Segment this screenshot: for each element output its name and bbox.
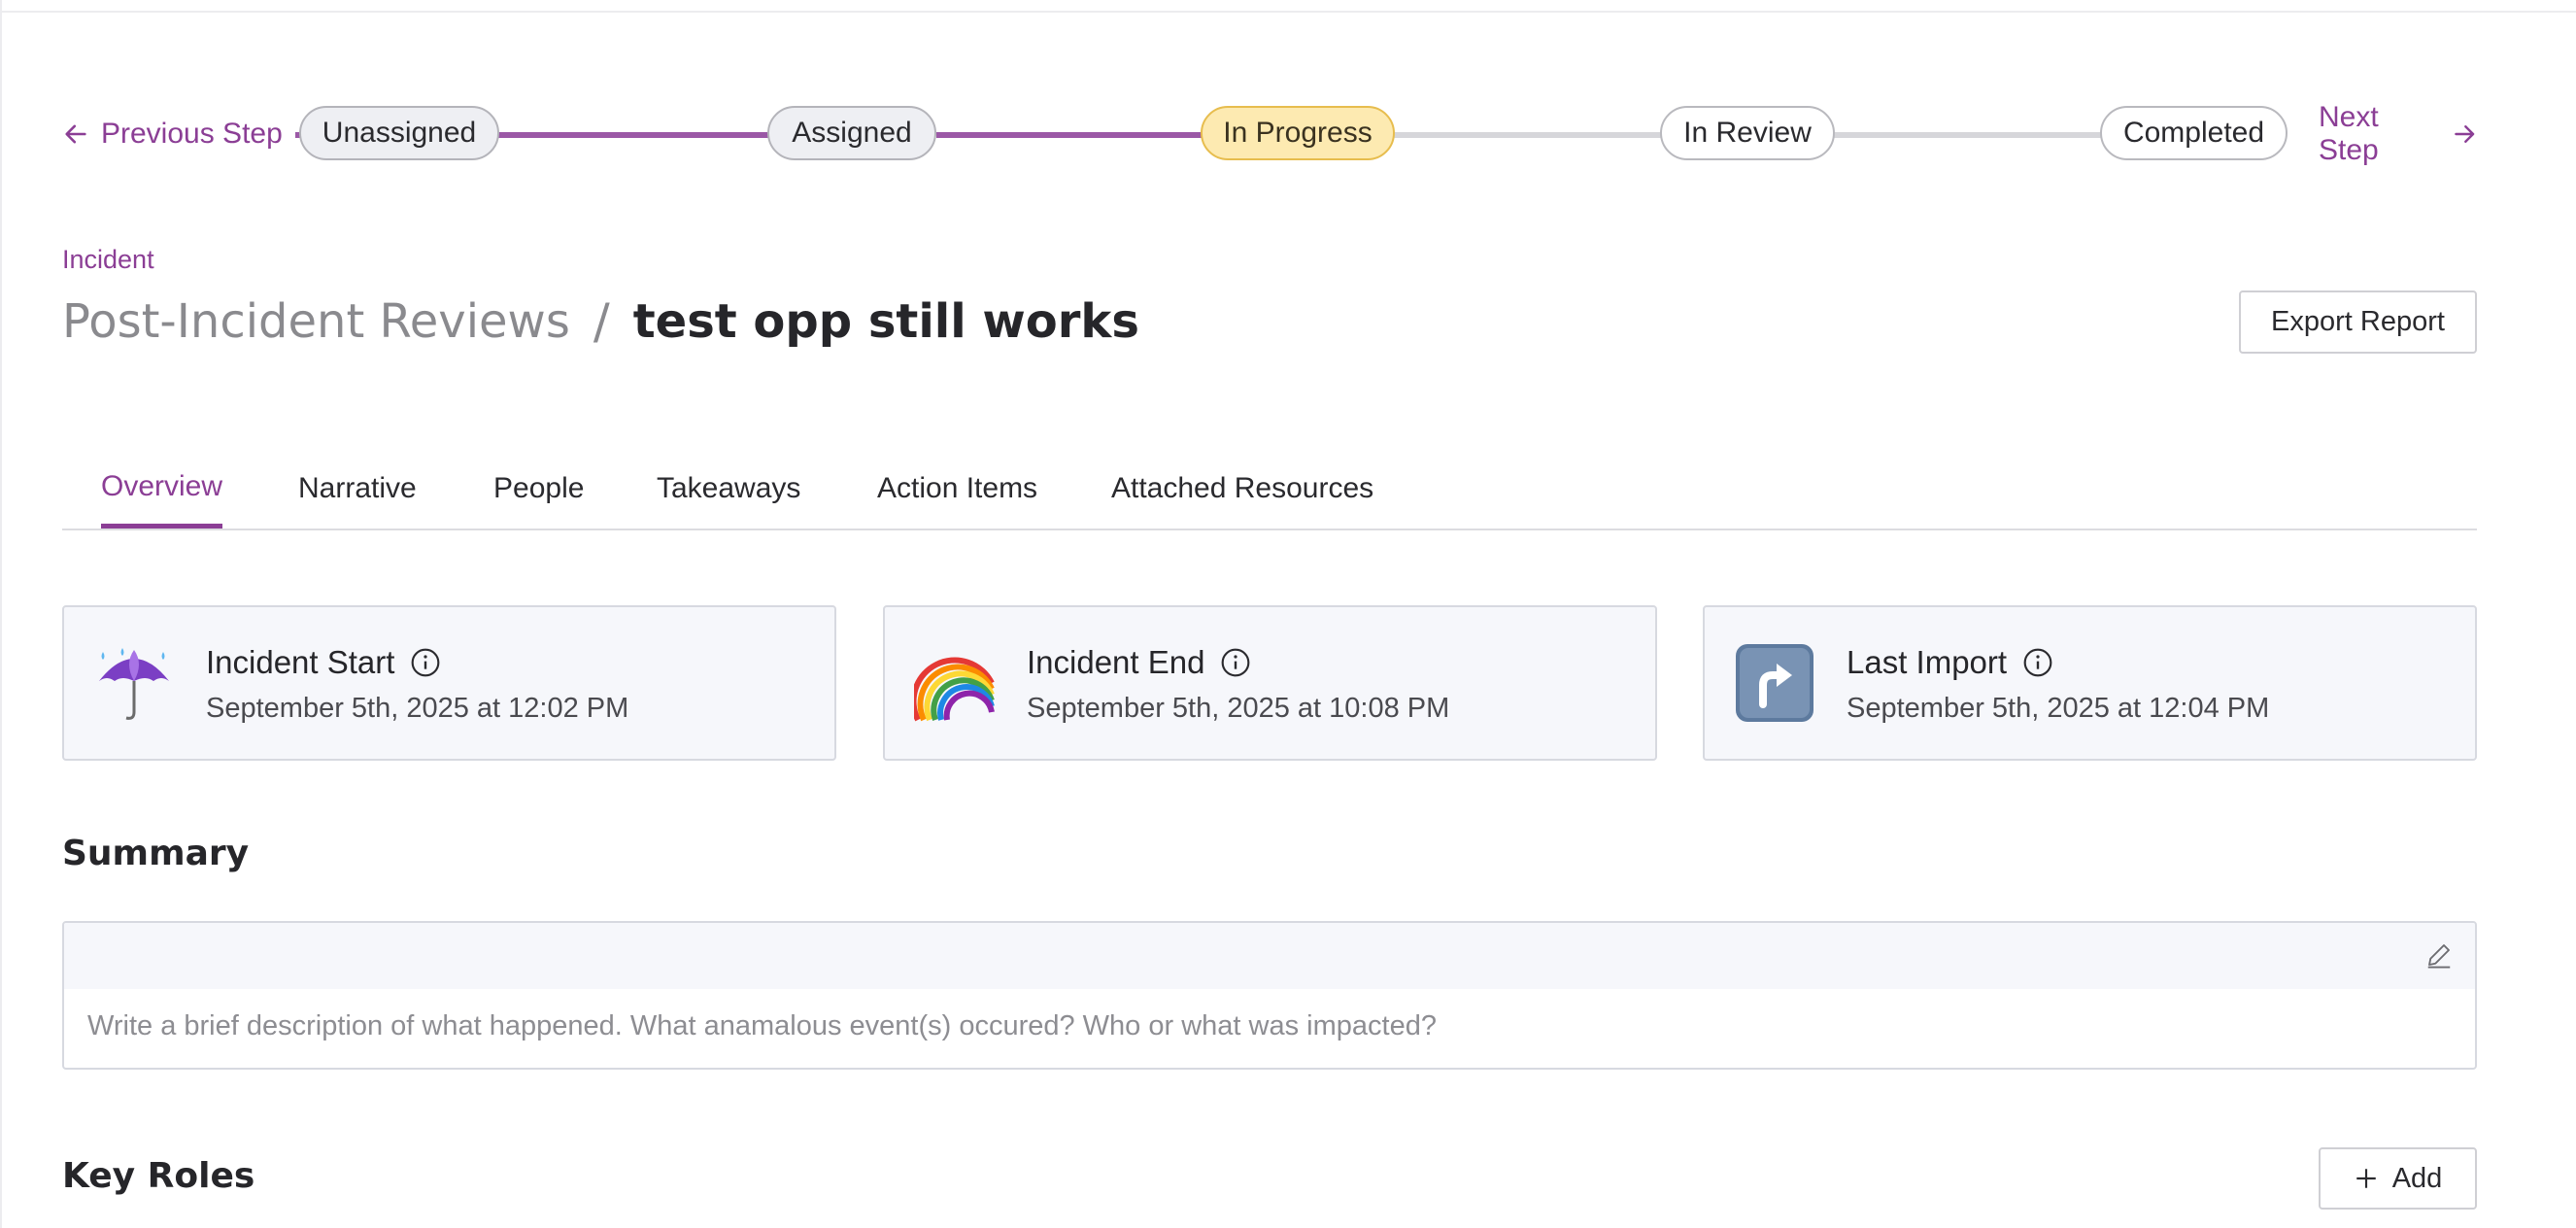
key-roles-heading: Key Roles bbox=[62, 1156, 255, 1196]
step-unassigned[interactable]: Unassigned bbox=[299, 106, 499, 160]
arrow-up-right-icon bbox=[1736, 644, 1813, 722]
tab-takeaways[interactable]: Takeaways bbox=[657, 449, 800, 529]
step-in-review[interactable]: In Review bbox=[1660, 106, 1835, 160]
arrow-right-icon bbox=[2454, 125, 2474, 143]
export-report-button[interactable]: Export Report bbox=[2239, 290, 2477, 354]
info-icon[interactable] bbox=[410, 647, 441, 678]
previous-step-button[interactable]: Previous Step bbox=[62, 102, 283, 166]
previous-step-label: Previous Step bbox=[101, 118, 283, 150]
summary-toolbar bbox=[64, 923, 2475, 989]
incident-start-value: September 5th, 2025 at 12:02 PM bbox=[206, 693, 629, 724]
last-import-value: September 5th, 2025 at 12:04 PM bbox=[1847, 693, 2270, 724]
top-border bbox=[0, 0, 2576, 13]
incident-start-card: Incident Start September 5th, 2025 at 12… bbox=[62, 605, 836, 761]
tab-overview[interactable]: Overview bbox=[101, 449, 223, 529]
incident-end-card: Incident End September 5th, 2025 at 10:0… bbox=[883, 605, 1657, 761]
step-completed[interactable]: Completed bbox=[2100, 106, 2288, 160]
info-icon[interactable] bbox=[1220, 647, 1251, 678]
pencil-icon[interactable] bbox=[2424, 940, 2454, 970]
incident-start-label: Incident Start bbox=[206, 644, 395, 680]
category-label: Incident bbox=[62, 245, 154, 274]
incident-end-label: Incident End bbox=[1027, 644, 1205, 680]
next-step-button[interactable]: Next Step bbox=[2319, 101, 2477, 166]
breadcrumb-parent-link[interactable]: Post-Incident Reviews bbox=[62, 294, 570, 349]
next-step-label: Next Step bbox=[2319, 101, 2379, 166]
rainbow-icon bbox=[914, 657, 995, 722]
tab-attached-resources[interactable]: Attached Resources bbox=[1111, 449, 1373, 529]
tab-action-items[interactable]: Action Items bbox=[877, 449, 1037, 529]
step-in-progress[interactable]: In Progress bbox=[1201, 106, 1395, 160]
arrow-left-icon bbox=[65, 124, 86, 144]
last-import-label: Last Import bbox=[1847, 644, 2008, 680]
umbrella-rain-icon bbox=[99, 648, 169, 720]
tab-bar: Overview Narrative People Takeaways Acti… bbox=[62, 449, 2477, 530]
step-assigned[interactable]: Assigned bbox=[767, 106, 936, 160]
tab-narrative[interactable]: Narrative bbox=[298, 449, 417, 529]
left-border bbox=[0, 0, 2, 1228]
status-stepper: Previous Step Unassigned Assigned In Pro… bbox=[62, 101, 2477, 166]
add-role-label: Add bbox=[2391, 1162, 2443, 1194]
plus-icon bbox=[2356, 1169, 2376, 1188]
summary-editor bbox=[62, 921, 2477, 1070]
summary-input[interactable] bbox=[87, 1010, 2448, 1042]
add-role-button[interactable]: Add bbox=[2319, 1147, 2477, 1210]
breadcrumb-separator: / bbox=[593, 293, 610, 350]
last-import-card: Last Import September 5th, 2025 at 12:04… bbox=[1703, 605, 2477, 761]
summary-heading: Summary bbox=[62, 834, 250, 873]
tab-people[interactable]: People bbox=[493, 449, 584, 529]
info-icon[interactable] bbox=[2022, 647, 2053, 678]
page-title: test opp still works bbox=[632, 294, 1139, 349]
breadcrumb: Post-Incident Reviews / test opp still w… bbox=[62, 290, 1139, 354]
incident-end-value: September 5th, 2025 at 10:08 PM bbox=[1027, 693, 1450, 724]
